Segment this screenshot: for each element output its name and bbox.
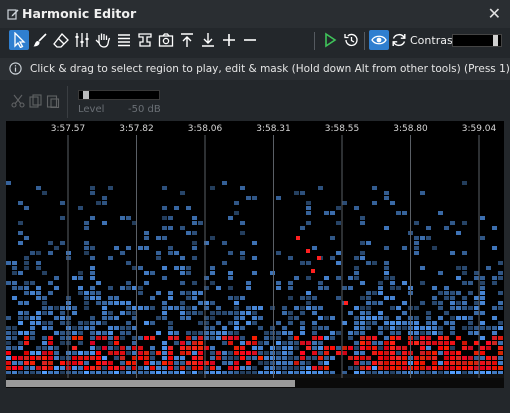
select-tool-button[interactable] [9,30,29,50]
info-bar: Click & drag to select region to play, e… [0,58,510,80]
lines-icon [118,34,130,47]
paste-icon[interactable] [46,94,60,108]
contrast-label: Contrast [410,34,458,47]
time-tick-label: 3:58.31 [256,124,291,134]
snapshot-tool-button[interactable] [156,30,176,50]
play-button[interactable] [320,30,340,50]
edit-bar [0,86,510,120]
cursor-arrow-icon [14,32,26,48]
view-toggle-button[interactable] [369,30,389,50]
eye-icon [371,35,387,45]
sliders-icon [75,33,89,47]
contrast-slider-thumb[interactable] [493,35,498,46]
stamp-tool-button[interactable] [135,30,155,50]
cut-icon[interactable] [11,94,25,108]
zoom-out-tool-button[interactable] [240,30,260,50]
brush-icon [33,33,47,47]
eraser-tool-button[interactable] [51,30,71,50]
spectrum-peak [311,269,315,273]
refresh-icon [392,33,406,47]
toolbar-separator [364,32,365,50]
copy-icon[interactable] [29,94,43,108]
time-tick-label: 3:57.82 [119,124,154,134]
eraser-icon [53,33,69,48]
brush-tool-button[interactable] [30,30,50,50]
edit-separator [67,86,68,118]
horizontal-scrollbar[interactable] [6,378,504,388]
history-icon [344,33,358,47]
title-bar: Harmonic Editor ✕ [0,0,510,28]
time-tick-label: 3:59.04 [462,124,497,134]
level-value: -50 dB [128,104,161,115]
arrow-up-icon [181,33,193,47]
zoom-in-tool-button[interactable] [219,30,239,50]
refresh-button[interactable] [389,30,409,50]
move-up-tool-button[interactable] [177,30,197,50]
plus-icon [223,34,235,46]
hand-tool-button[interactable] [93,30,113,50]
spectrum-cells [6,181,503,375]
spectrogram-view[interactable]: 3:57.57 3:57.82 3:58.06 3:58.31 3:58.55 3:58.… [6,121,504,378]
level-slider-thumb[interactable] [83,91,89,99]
info-icon [9,62,22,75]
bottom-panel [0,390,510,413]
edit-document-icon [7,9,19,20]
contrast-slider[interactable] [452,34,502,47]
play-icon [325,32,337,48]
close-icon[interactable]: ✕ [488,4,501,23]
toolbar-separator [314,32,315,50]
time-tick-label: 3:58.06 [188,124,223,134]
move-down-tool-button[interactable] [198,30,218,50]
harmonic-lines-tool-button[interactable] [114,30,134,50]
spectrogram-canvas[interactable]: 3:57.57 3:57.82 3:58.06 3:58.31 3:58.55 3:58.… [6,121,504,378]
minus-icon [244,39,256,41]
toolbar: Contrast [0,28,510,54]
stamp-icon [138,33,152,47]
scrollbar-thumb[interactable] [6,380,295,387]
time-tick-label: 3:58.55 [325,124,360,134]
level-label: Level [78,104,105,115]
hand-icon [95,33,111,48]
spectrum-peak [317,256,321,260]
time-tick-label: 3:58.80 [393,124,428,134]
window-title: Harmonic Editor [22,6,137,21]
level-slider[interactable] [78,90,160,100]
time-tick-label: 3:57.57 [51,124,86,134]
camera-icon [158,33,174,47]
history-button[interactable] [341,30,361,50]
arrow-down-icon [202,33,214,47]
spectrum-peak [296,236,300,240]
info-text: Click & drag to select region to play, e… [30,63,510,75]
spectrum-peak [306,249,310,253]
harmonic-sliders-tool-button[interactable] [72,30,92,50]
spectrum-peak [344,301,348,305]
